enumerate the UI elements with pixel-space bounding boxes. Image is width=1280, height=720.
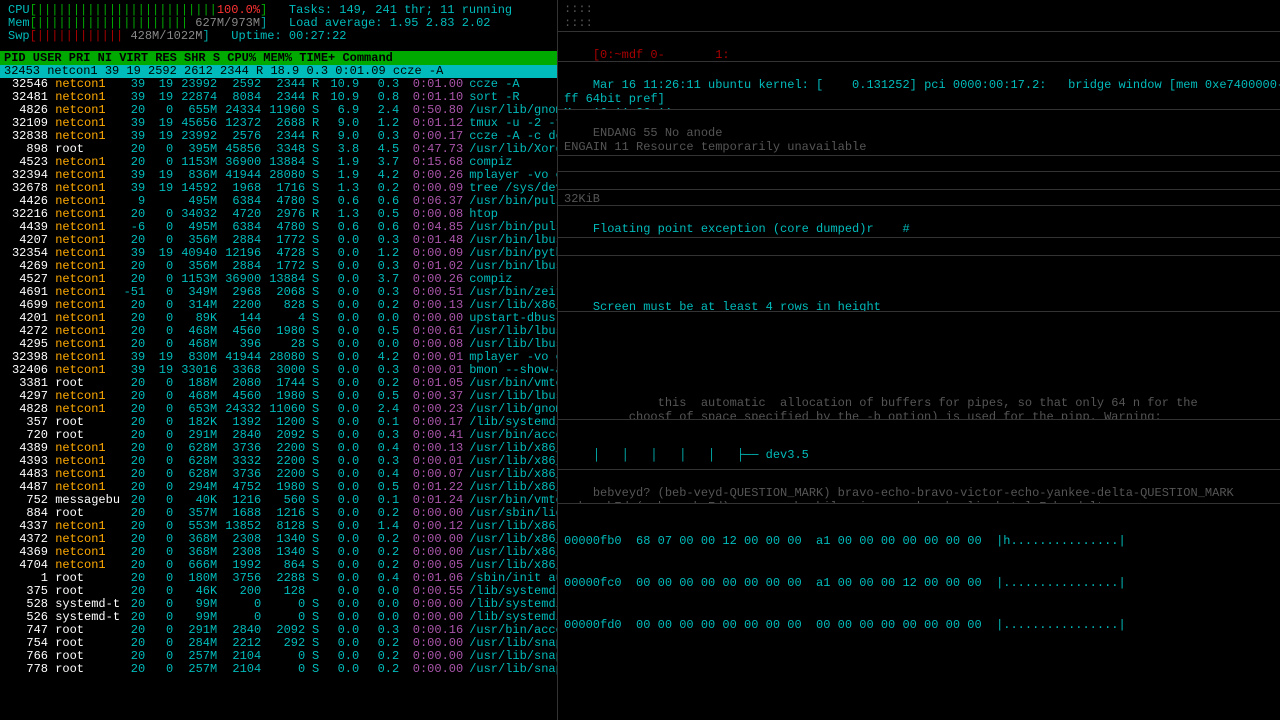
uptime: Uptime: 00:27:22 (231, 29, 346, 43)
pane-fpe: Floating point exception (core dumped)r … (558, 206, 1280, 238)
htop-panel: CPU[|||||||||||||||||||||||||100.0%] Tas… (0, 0, 557, 720)
right-multiplex-panel: :::: :::: [0:~mdf 0- 1: [SHA256] Mar 16 … (557, 0, 1280, 720)
pane-phonetic: bebveyd? (beb-veyd-QUESTION_MARK) bravo-… (558, 470, 1280, 504)
mem-label: Mem (8, 16, 30, 30)
pane-speedometer-sz2: 32KiB (558, 190, 1280, 206)
htop-columns[interactable]: PID USER PRI NI VIRT RES SHR S CPU% MEM%… (0, 51, 557, 65)
htop-process-list[interactable]: 32546 netcon139192399225922344R10.90.30:… (0, 78, 557, 676)
pane-top-dim: :::: :::: (558, 0, 1280, 32)
pane-screen-min: Screen must be at least 4 rows in height (558, 256, 1280, 312)
swp-label: Swp (8, 29, 30, 43)
pane-buffer-note: this automatic allocation of buffers for… (558, 312, 1280, 420)
tasks-line: Tasks: 149, 241 thr; 11 running (289, 3, 512, 17)
pane-tmux-status: [0:~mdf 0- 1: [SHA256] (558, 32, 1280, 62)
pane-speedometer-title: 32KiBSpeedometer 2.8 (558, 156, 1280, 172)
cpu-label: CPU (8, 3, 30, 17)
pane-av-line: A: 14.3 V: 24.3 A-V:-10.378 ct: -1.138 3… (558, 238, 1280, 256)
pane-dev-tree: │ │ │ │ │ ├── dev3.5 │ │ │ │ │ │ ├── ata… (558, 420, 1280, 470)
pane-hexdump: 00000fb0 68 07 00 00 12 00 00 00 a1 00 0… (558, 504, 1280, 662)
pane-speedometer-tx: TX: ens33 0 B/s 0 B/s 0 B/s (558, 172, 1280, 190)
process-row[interactable]: 778 root 20 0 257M 2104 0S 0.00.20:00.00… (0, 663, 557, 676)
load-avg: Load average: 1.95 2.83 2.02 (289, 16, 491, 30)
pane-syslog: Mar 16 11:26:11 ubuntu kernel: [ 0.13125… (558, 62, 1280, 110)
htop-meters: CPU[|||||||||||||||||||||||||100.0%] Tas… (0, 0, 557, 45)
pane-errors: ENDANG 55 No anode ENGAIN 11 Resource te… (558, 110, 1280, 156)
